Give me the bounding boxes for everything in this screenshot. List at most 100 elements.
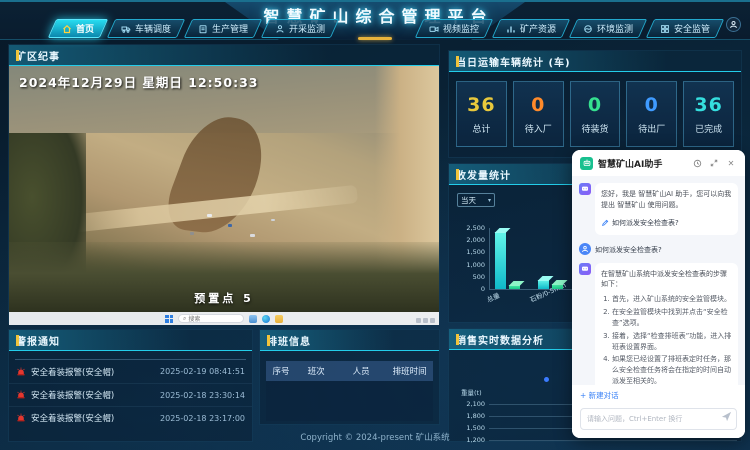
video-datetime-overlay: 2024年12月29日 星期日 12:50:33 [19,72,258,91]
nav-tabs-left: 首页 车辆调度 生产管理 开采监测 [52,19,335,38]
alarm-text: 安全着装报警(安全帽) [31,412,155,424]
ai-panel-footer: + 新建对话 [572,385,745,438]
stat-row: 36 总计 0 待入厂 0 待装货 0 待出厂 36 已完成 [449,72,741,147]
alarm-list-item[interactable]: 安全着装报警(安全帽) 2025-02-18 23:17:00 [9,406,252,429]
expand-icon [710,159,718,167]
edge-browser-icon [262,315,270,323]
video-machine [190,232,194,235]
answer-step: 在安全监管模块中找到并点击“安全检查”选项。 [612,307,732,329]
bot-avatar [579,263,591,275]
suggested-question-chip[interactable]: 如何派发安全检查表? [601,218,732,229]
mine-video-feed: 2024年12月29日 星期日 12:50:33 预置点 5 ⌕ 搜索 [9,66,439,325]
schedule-table-body-empty [266,381,433,421]
send-icon[interactable] [721,411,732,422]
suggested-question-text: 如何派发安全检查表? [612,218,679,229]
panel-title: 警报通知 [16,333,60,348]
bar-series-cyan [495,232,506,289]
tab-label: 视频监控 [443,22,479,35]
stat-label: 待装货 [581,122,608,135]
y-tick-label: 2,000 [451,236,485,244]
answer-step: 如果您已经设置了排班表定时任务，那么安全检查任务将会在指定的时间自动派发至相关的… [612,354,732,385]
user-chat-avatar [579,243,591,255]
panel-header: 当日运输车辆统计 (车) [449,51,741,72]
bot-answer-bubble: 在智慧矿山系统中派发安全检查表的步骤如下： 首先，进入矿山系统的安全监管模块。 … [595,263,738,385]
ai-chat-body: 您好，我是 智慧矿山AI 助手，您可以向我提出 智慧矿山 使用问题。 如何派发安… [572,176,745,385]
expand-button[interactable] [708,157,720,169]
bar-series-green [552,284,563,289]
y-tick-label: 0 [451,285,485,293]
person-icon [581,245,589,253]
history-button[interactable] [691,157,703,169]
schedule-panel: 排班信息 序号 班次 人员 排班时间 [259,329,440,425]
stat-label: 总计 [472,122,490,135]
siren-icon [16,390,26,400]
x-tick-label: 总量 [485,290,501,304]
stat-completed: 36 已完成 [683,81,734,147]
bar-chart-icon [506,24,516,34]
siren-icon [16,413,26,423]
panel-title: 当日运输车辆统计 (车) [456,54,571,69]
user-avatar[interactable] [726,17,741,32]
tab-video-monitor[interactable]: 视频监控 [415,19,493,38]
panel-header: 警报通知 [9,330,252,351]
nav-tabs-right: 视频监控 矿产资源 环境监测 安全监管 [419,19,720,38]
file-explorer-icon [249,315,257,323]
environment-icon [583,24,593,34]
history-clock-icon [693,159,702,168]
tab-label: 环境监测 [597,22,633,35]
chat-bubble-icon [581,185,589,193]
alarm-text: 安全着装报警(安全帽) [31,389,155,401]
bot-avatar [579,183,591,195]
title-accent-bar [358,37,392,40]
bar-series-cyan [538,280,549,289]
header-accent [267,335,270,346]
stat-label: 待入厂 [525,122,552,135]
bot-message: 在智慧矿山系统中派发安全检查表的步骤如下： 首先，进入矿山系统的安全监管模块。 … [579,263,738,385]
alarm-list-item[interactable]: 安全着装报警(安全帽) 2025-02-19 08:41:51 [9,360,252,383]
column-header: 序号 [266,365,296,377]
stat-waiting-loading: 0 待装货 [570,81,621,147]
grid-icon [660,24,670,34]
tab-mineral-resources[interactable]: 矿产资源 [492,19,570,38]
tab-label: 首页 [76,22,94,35]
stat-value: 0 [531,94,545,116]
pen-icon [601,219,609,227]
tab-home[interactable]: 首页 [48,19,108,38]
home-icon [62,24,72,34]
tab-mining-monitor[interactable]: 开采监测 [261,19,339,38]
new-chat-button[interactable]: + 新建对话 [580,390,737,401]
y-tick-label: 2,100 [451,400,485,408]
column-header: 班次 [296,365,336,377]
header-accent [16,335,19,346]
ai-assistant-logo [580,157,593,170]
alarm-text: 安全着装报警(安全帽) [31,366,155,378]
legend-marker [544,377,549,382]
answer-intro: 在智慧矿山系统中派发安全检查表的步骤如下： [601,270,727,289]
ai-input-wrap [580,406,737,430]
alarm-list-item[interactable]: 安全着装报警(安全帽) 2025-02-18 23:30:14 [9,383,252,406]
tab-label: 矿产资源 [520,22,556,35]
alarm-notifications-panel: 警报通知 安全着装报警(安全帽) 2025-02-19 08:41:51 安全着… [8,329,253,442]
alarm-time: 2025-02-18 23:17:00 [160,414,245,423]
tab-safety-supervision[interactable]: 安全监管 [646,19,724,38]
video-truck [228,224,232,227]
close-button[interactable]: ✕ [725,157,737,169]
tab-vehicle-dispatch[interactable]: 车辆调度 [107,19,185,38]
taskbar-search: ⌕ 搜索 [178,314,244,323]
answer-step: 首先，进入矿山系统的安全监管模块。 [612,294,732,305]
stat-value: 0 [645,94,659,116]
tab-environment-monitor[interactable]: 环境监测 [569,19,647,38]
user-question-text: 如何派发安全检查表? [595,243,662,255]
bar-series-green [509,285,520,289]
y-tick-label: 1,500 [451,248,485,256]
siren-icon [16,367,26,377]
ai-question-input[interactable] [580,408,737,430]
bot-bubble: 您好，我是 智慧矿山AI 助手，您可以向我提出 智慧矿山 使用问题。 如何派发安… [595,183,738,235]
y-axis-line [489,228,490,289]
alarm-time: 2025-02-18 23:30:14 [160,391,245,400]
period-filter-dropdown[interactable]: 当天 ▾ [457,193,495,207]
tab-production[interactable]: 生产管理 [184,19,262,38]
period-filter-value: 当天 [461,195,476,206]
truck-icon [121,24,131,34]
system-tray [416,318,435,323]
